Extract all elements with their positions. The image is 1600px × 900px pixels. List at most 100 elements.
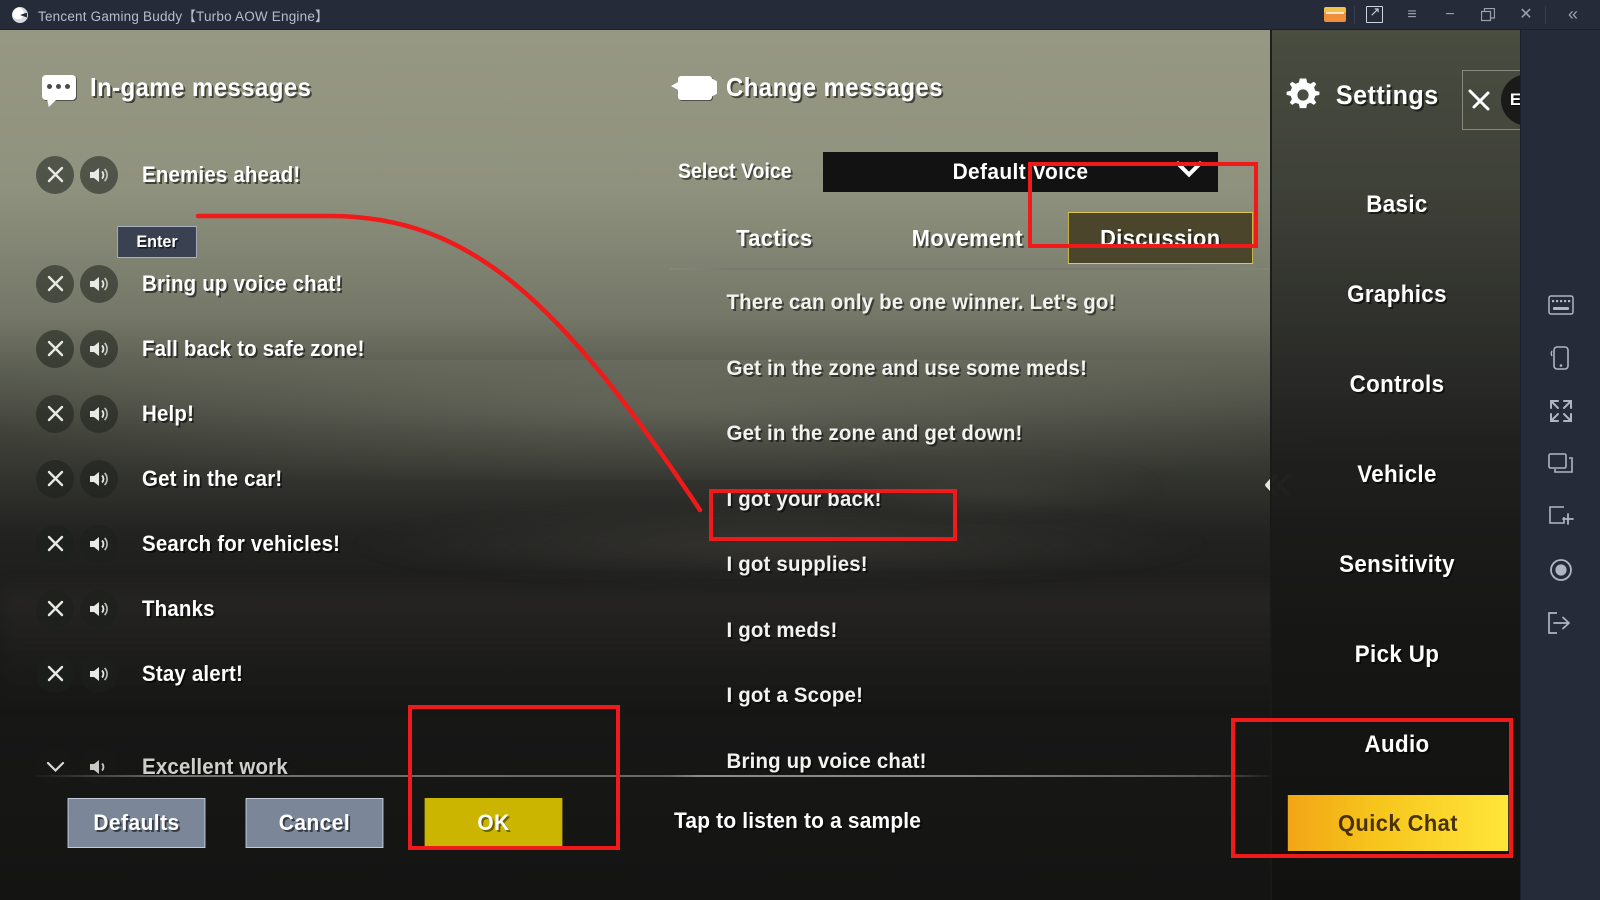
sidebar-item-controls[interactable]: Controls: [1281, 340, 1514, 430]
multi-window-icon[interactable]: [1521, 437, 1600, 490]
change-messages-list: There can only be one winner. Let's go! …: [660, 270, 1270, 794]
rotate-device-icon[interactable]: [1521, 331, 1600, 384]
list-item-label: Bring up voice chat!: [142, 270, 343, 296]
sidebar-item-graphics[interactable]: Graphics: [1281, 250, 1514, 340]
close-icon[interactable]: ✕: [1507, 0, 1545, 30]
fullscreen-icon[interactable]: [1521, 384, 1600, 437]
menu-icon[interactable]: ≡: [1393, 0, 1431, 30]
list-item-i-got-supplies[interactable]: I got supplies!: [660, 532, 1240, 598]
speech-bubble-icon: [42, 75, 76, 100]
list-item[interactable]: I got a Scope!: [660, 663, 1240, 729]
list-item-label: Search for vehicles!: [142, 530, 341, 556]
panel-divider: [670, 775, 1270, 777]
list-item[interactable]: Stay alert!: [0, 641, 640, 706]
in-game-messages-header: In-game messages: [42, 72, 331, 103]
keyboard-icon[interactable]: [1521, 278, 1600, 331]
change-messages-panel: Change messages Select Voice Default Voi…: [660, 30, 1293, 900]
collapse-message-icon[interactable]: [36, 748, 74, 786]
play-voice-icon[interactable]: [80, 329, 118, 368]
remove-message-icon[interactable]: [36, 589, 74, 628]
close-slash-icon: [1468, 89, 1490, 111]
maximize-glyph: [1481, 7, 1495, 21]
wallet-icon[interactable]: [1316, 0, 1354, 30]
list-item[interactable]: There can only be one winner. Let's go!: [660, 270, 1240, 336]
game-viewport: In-game messages Enemies ahead! Bring up…: [0, 30, 1520, 900]
new-instance-icon[interactable]: [1521, 490, 1600, 543]
close-settings-button[interactable]: Esc: [1462, 70, 1520, 130]
chevron-down-icon: [1175, 160, 1203, 183]
enter-key-row: Enter: [0, 226, 640, 270]
list-item[interactable]: Get in the zone and get down!: [660, 401, 1240, 467]
list-item[interactable]: Get in the zone and use some meds!: [660, 336, 1240, 402]
sidebar-item-vehicle[interactable]: Vehicle: [1281, 430, 1514, 520]
list-item[interactable]: Fall back to safe zone!: [0, 316, 640, 381]
play-voice-icon[interactable]: [80, 264, 118, 303]
voice-select-dropdown[interactable]: Default Voice: [823, 152, 1218, 192]
list-item[interactable]: I got meds!: [660, 598, 1240, 664]
list-item[interactable]: Enemies ahead!: [0, 142, 640, 207]
titlebar-controls: ≡ − ✕ «: [1316, 0, 1600, 30]
esc-label: Esc: [1510, 90, 1520, 110]
gear-icon: [1286, 78, 1320, 109]
list-item-label: Enemies ahead!: [142, 161, 301, 187]
voice-select-value: Default Voice: [952, 159, 1089, 184]
settings-title: Settings: [1335, 79, 1439, 110]
settings-header: Settings: [1286, 78, 1443, 112]
record-icon[interactable]: [1521, 543, 1600, 596]
settings-sidebar: Settings Esc Basic Graphics Controls Veh…: [1270, 30, 1520, 900]
play-voice-icon[interactable]: [80, 654, 118, 693]
defaults-button[interactable]: Defaults: [67, 798, 206, 848]
cancel-button[interactable]: Cancel: [245, 798, 384, 848]
minimize-icon[interactable]: −: [1431, 0, 1469, 30]
remove-message-icon[interactable]: [36, 329, 74, 368]
exit-icon[interactable]: [1521, 596, 1600, 649]
remove-message-icon[interactable]: [36, 264, 74, 303]
list-item-partial[interactable]: Excellent work: [36, 748, 299, 786]
sidebar-item-sensitivity[interactable]: Sensitivity: [1281, 520, 1514, 610]
change-messages-icon: [678, 75, 712, 100]
play-voice-icon[interactable]: [80, 748, 118, 786]
in-game-messages-panel: In-game messages Enemies ahead! Bring up…: [0, 30, 1196, 900]
play-voice-icon[interactable]: [80, 524, 118, 563]
play-voice-icon[interactable]: [80, 459, 118, 498]
sidebar-item-pickup[interactable]: Pick Up: [1281, 610, 1514, 700]
list-item[interactable]: Thanks: [0, 576, 640, 641]
change-messages-header: Change messages: [678, 72, 962, 103]
list-item[interactable]: Get in the car!: [0, 446, 640, 511]
tab-tactics[interactable]: Tactics: [683, 212, 866, 264]
dialog-actions: Defaults Cancel: [64, 798, 387, 848]
page-title: In-game messages: [90, 72, 312, 102]
message-category-tabs: Tactics Movement Discussion: [678, 212, 1258, 264]
list-item-label: Stay alert!: [142, 660, 243, 686]
sidebar-item-basic[interactable]: Basic: [1281, 160, 1514, 250]
sidebar-item-audio[interactable]: Audio: [1281, 700, 1514, 790]
list-item[interactable]: Bring up voice chat!: [660, 729, 1240, 795]
play-voice-icon[interactable]: [80, 589, 118, 628]
app-logo-icon: [12, 6, 28, 23]
select-voice-label: Select Voice: [678, 160, 792, 183]
ok-button[interactable]: OK: [424, 798, 563, 848]
remove-message-icon[interactable]: [36, 459, 74, 498]
collapse-sidebar-icon[interactable]: «: [1546, 0, 1600, 30]
select-voice-row: Select Voice Default Voice: [678, 152, 1218, 192]
maximize-icon[interactable]: [1469, 0, 1507, 30]
section-title: Change messages: [726, 72, 943, 102]
remove-message-icon[interactable]: [36, 155, 74, 194]
window-titlebar: Tencent Gaming Buddy【Turbo AOW Engine】 ≡…: [0, 0, 1600, 30]
list-item[interactable]: Help!: [0, 381, 640, 446]
enter-key-button[interactable]: Enter: [117, 226, 197, 258]
play-voice-icon[interactable]: [80, 394, 118, 433]
popout-icon[interactable]: [1355, 0, 1393, 30]
play-voice-icon[interactable]: [80, 155, 118, 194]
tab-movement[interactable]: Movement: [875, 212, 1058, 264]
quick-chat-button[interactable]: Quick Chat: [1287, 795, 1509, 851]
remove-message-icon[interactable]: [36, 524, 74, 563]
window-title: Tencent Gaming Buddy【Turbo AOW Engine】: [38, 8, 329, 24]
remove-message-icon[interactable]: [36, 654, 74, 693]
list-item-label: Get in the car!: [142, 465, 283, 491]
list-item[interactable]: Search for vehicles!: [0, 511, 640, 576]
remove-message-icon[interactable]: [36, 394, 74, 433]
list-item[interactable]: I got your back!: [660, 467, 1240, 533]
sample-hint-label: Tap to listen to a sample: [674, 808, 922, 833]
tab-discussion[interactable]: Discussion: [1068, 212, 1254, 264]
